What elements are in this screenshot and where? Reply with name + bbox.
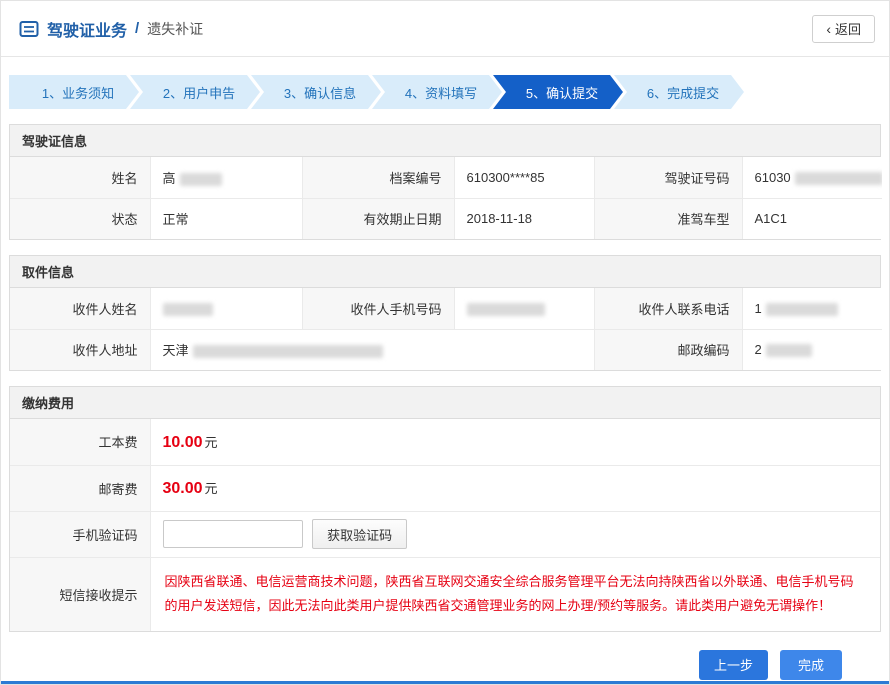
recipient-phone-value: 1: [742, 288, 882, 329]
table-row: 状态 正常 有效期止日期 2018-11-18 准驾车型 A1C1: [10, 198, 882, 239]
redacted-text: [180, 173, 222, 186]
table-row: 邮寄费 30.00元: [10, 465, 880, 511]
table-row: 工本费 10.00元: [10, 419, 880, 465]
step-5-label: 5、确认提交: [526, 83, 598, 102]
form-icon: [19, 19, 39, 39]
page-subtitle: 遗失补证: [147, 19, 203, 39]
postcode-value: 2: [742, 329, 882, 370]
postage-fee-value: 30.00元: [150, 465, 880, 511]
production-fee-value: 10.00元: [150, 419, 880, 465]
recipient-mobile-value: [454, 288, 594, 329]
section-fees-title: 缴纳费用: [10, 387, 880, 419]
action-bar: 上一步 完成: [1, 650, 842, 680]
section-license-title: 驾驶证信息: [10, 125, 880, 157]
page: 驾驶证业务 / 遗失补证 ‹ 返回 1、业务须知 2、用户申告 3、确认信息 4…: [0, 0, 890, 685]
license-no-label: 驾驶证号码: [594, 157, 742, 198]
redacted-text: [766, 303, 838, 316]
redacted-text: [193, 345, 383, 358]
license-no-value: 61030: [742, 157, 882, 198]
back-chevron-icon: ‹: [826, 21, 831, 37]
breadcrumb-divider: /: [135, 20, 139, 37]
redacted-text: [766, 344, 812, 357]
step-6-label: 6、完成提交: [647, 83, 719, 102]
step-6-complete: 6、完成提交: [614, 75, 744, 109]
recipient-address-label: 收件人地址: [10, 329, 150, 370]
step-1-notice: 1、业务须知: [9, 75, 139, 109]
redacted-text: [467, 303, 545, 316]
back-button[interactable]: ‹ 返回: [812, 15, 875, 43]
status-label: 状态: [10, 198, 150, 239]
production-fee-amount: 10.00: [163, 434, 203, 451]
previous-step-button[interactable]: 上一步: [699, 650, 768, 680]
pickup-info-table: 收件人姓名 收件人手机号码 收件人联系电话 1 收件人地址 天津 邮政编码 2: [10, 288, 882, 370]
postage-fee-label: 邮寄费: [10, 465, 150, 511]
table-row: 收件人地址 天津 邮政编码 2: [10, 329, 882, 370]
recipient-phone-label: 收件人联系电话: [594, 288, 742, 329]
fee-unit: 元: [205, 481, 218, 496]
name-label: 姓名: [10, 157, 150, 198]
production-fee-label: 工本费: [10, 419, 150, 465]
file-no-value: 610300****85: [454, 157, 594, 198]
recipient-address-value: 天津: [150, 329, 594, 370]
table-row: 手机验证码 获取验证码: [10, 511, 880, 557]
recipient-name-value: [150, 288, 302, 329]
expiry-value: 2018-11-18: [454, 198, 594, 239]
sms-notice-text: 因陕西省联通、电信运营商技术问题，陕西省互联网交通安全综合服务管理平台无法向持陕…: [165, 570, 867, 619]
license-info-table: 姓名 高 档案编号 610300****85 驾驶证号码 61030 状态 正常…: [10, 157, 882, 239]
file-no-label: 档案编号: [302, 157, 454, 198]
bottom-accent-bar: [1, 681, 889, 684]
section-fees: 缴纳费用 工本费 10.00元 邮寄费 30.00元 手机验证码: [9, 386, 881, 632]
table-row: 收件人姓名 收件人手机号码 收件人联系电话 1: [10, 288, 882, 329]
step-4-label: 4、资料填写: [405, 83, 477, 102]
finish-button[interactable]: 完成: [780, 650, 842, 680]
step-bar: 1、业务须知 2、用户申告 3、确认信息 4、资料填写 5、确认提交 6、完成提…: [9, 75, 881, 109]
vehicle-class-value: A1C1: [742, 198, 882, 239]
recipient-name-label: 收件人姓名: [10, 288, 150, 329]
page-title: 驾驶证业务: [47, 17, 127, 41]
step-2-declaration: 2、用户申告: [130, 75, 260, 109]
sms-notice-label: 短信接收提示: [10, 557, 150, 631]
section-license-info: 驾驶证信息 姓名 高 档案编号 610300****85 驾驶证号码 61030…: [9, 124, 881, 240]
section-pickup-title: 取件信息: [10, 256, 880, 288]
section-pickup-info: 取件信息 收件人姓名 收件人手机号码 收件人联系电话 1 收件人地址 天津 邮政…: [9, 255, 881, 371]
step-3-confirm-info: 3、确认信息: [251, 75, 381, 109]
redacted-text: [795, 172, 882, 185]
recipient-mobile-label: 收件人手机号码: [302, 288, 454, 329]
step-5-confirm-submit-active: 5、确认提交: [493, 75, 623, 109]
table-row: 短信接收提示 因陕西省联通、电信运营商技术问题，陕西省互联网交通安全综合服务管理…: [10, 557, 880, 631]
breadcrumb: 驾驶证业务 / 遗失补证: [19, 17, 203, 41]
sms-code-cell: 获取验证码: [150, 511, 880, 557]
fee-unit: 元: [205, 435, 218, 450]
status-value: 正常: [150, 198, 302, 239]
redacted-text: [163, 303, 213, 316]
header-bar: 驾驶证业务 / 遗失补证 ‹ 返回: [1, 1, 889, 57]
step-3-label: 3、确认信息: [284, 83, 356, 102]
name-value: 高: [150, 157, 302, 198]
postcode-label: 邮政编码: [594, 329, 742, 370]
vehicle-class-label: 准驾车型: [594, 198, 742, 239]
step-1-label: 1、业务须知: [42, 83, 114, 102]
step-2-label: 2、用户申告: [163, 83, 235, 102]
get-sms-code-button[interactable]: 获取验证码: [312, 519, 407, 549]
fees-table: 工本费 10.00元 邮寄费 30.00元 手机验证码 获取验证码 短信接收提: [10, 419, 880, 631]
postage-fee-amount: 30.00: [163, 480, 203, 497]
sms-code-input[interactable]: [163, 520, 303, 548]
sms-code-label: 手机验证码: [10, 511, 150, 557]
expiry-label: 有效期止日期: [302, 198, 454, 239]
back-button-label: 返回: [835, 19, 861, 38]
step-4-fill-data: 4、资料填写: [372, 75, 502, 109]
table-row: 姓名 高 档案编号 610300****85 驾驶证号码 61030: [10, 157, 882, 198]
sms-notice-cell: 因陕西省联通、电信运营商技术问题，陕西省互联网交通安全综合服务管理平台无法向持陕…: [150, 557, 880, 631]
